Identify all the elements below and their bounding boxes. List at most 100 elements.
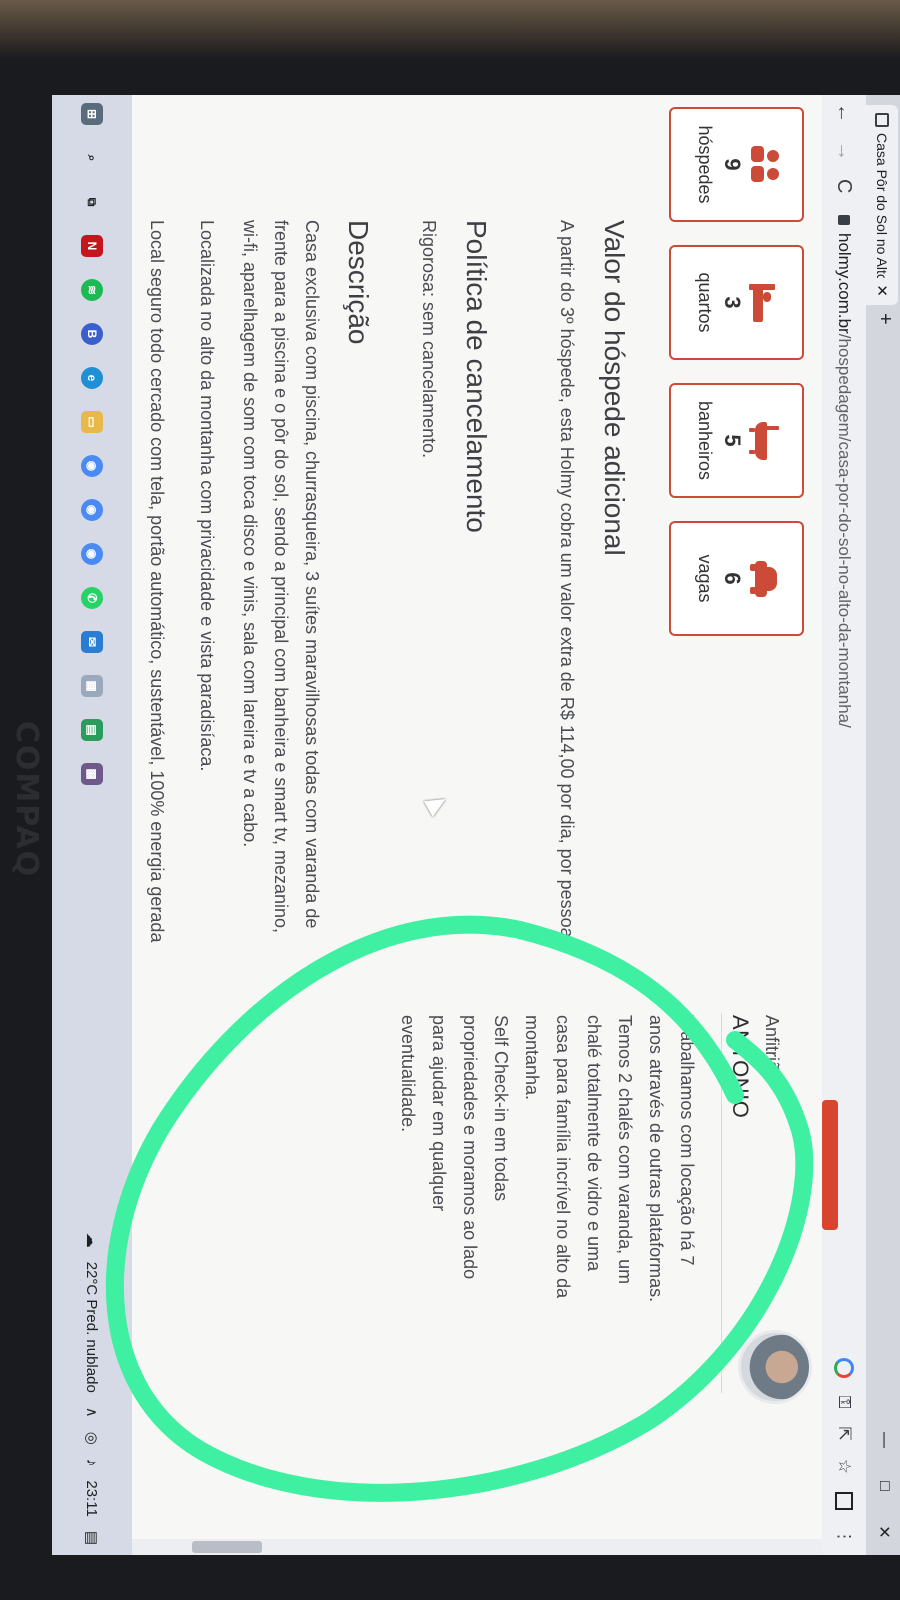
minimize-button[interactable]: — — [866, 1417, 900, 1463]
whatsapp-icon[interactable]: ✆ — [81, 587, 103, 609]
url-path: /hospedagem/casa-por-do-sol-no-alto-da-m… — [835, 333, 854, 728]
host-bio-line: montanha. — [522, 1015, 542, 1101]
forward-button[interactable]: → — [833, 141, 856, 161]
stat-guests: 9 hóspedes — [669, 107, 804, 222]
volume-icon[interactable]: ♪ — [84, 1459, 101, 1467]
spotify-icon[interactable]: ≋ — [81, 279, 103, 301]
property-stats: 9 hóspedes 3 quartos 5 banheiros 6 vagas — [669, 107, 804, 636]
mail-icon[interactable]: ✉ — [81, 631, 103, 653]
scrollbar-thumb[interactable] — [192, 1541, 262, 1553]
google-icon[interactable] — [834, 1357, 854, 1378]
browser-tab[interactable]: Casa Pôr do Sol no Alto da Mon ✕ — [866, 105, 898, 305]
weather-text[interactable]: 22°C Pred. nublado — [84, 1262, 101, 1393]
bedrooms-count: 3 — [720, 296, 745, 309]
extra-guest-title: Valor do hóspede adicional — [599, 220, 630, 556]
favicon-icon — [875, 113, 889, 127]
maximize-button[interactable]: □ — [866, 1463, 900, 1509]
host-divider — [721, 1013, 722, 1393]
parking-count: 6 — [720, 572, 745, 585]
bedrooms-label: quartos — [695, 272, 715, 333]
host-bio-line: anos através de outras plataformas. — [646, 1015, 666, 1303]
monitor-frame: COMPAQ Casa Pôr do Sol no Alto da Mon ✕ … — [0, 0, 900, 1600]
taskbar-apps: ⊞ ⌕ ⧉ N ≋ B e ▭ ◉ ◉ ◉ ✆ ✉ ▦ ▤ ▩ — [52, 103, 132, 785]
bathtub-icon — [749, 421, 779, 460]
tab-close-button[interactable]: ✕ — [873, 284, 891, 297]
chrome-icon[interactable]: ◉ — [81, 455, 103, 477]
host-bio-line: Self Check-in em todas — [491, 1015, 511, 1202]
navigation-buttons: ← → C — [822, 103, 866, 193]
reload-button[interactable]: C — [833, 179, 856, 193]
chrome-profile-icon[interactable]: ◉ — [81, 499, 103, 521]
start-icon[interactable]: ⊞ — [81, 103, 103, 125]
bathrooms-label: banheiros — [695, 400, 715, 481]
cancellation-text: Rigorosa: sem cancelamento. — [419, 220, 439, 459]
host-avatar — [738, 1330, 812, 1404]
description-paragraph-2: Localizada no alto da montanha com priva… — [197, 220, 217, 772]
chrome-alt-icon[interactable]: ◉ — [81, 543, 103, 565]
url-domain: holmy.com.br — [835, 233, 854, 334]
search-icon[interactable]: ⌕ — [81, 147, 103, 169]
monitor-brand-logo: COMPAQ — [9, 720, 45, 878]
host-bio-line: para ajudar em qualquer — [429, 1015, 449, 1212]
task-view-icon[interactable]: ⧉ — [81, 191, 103, 213]
scrollbar[interactable] — [132, 1539, 822, 1555]
notification-icon[interactable]: ▤ — [83, 1531, 101, 1545]
star-icon[interactable]: ☆ — [834, 1459, 854, 1474]
mouse-cursor-icon — [423, 791, 451, 817]
parking-label: vagas — [695, 554, 715, 603]
app-icon[interactable]: B — [81, 323, 103, 345]
tab-title: Casa Pôr do Sol no Alto da Mon — [874, 133, 890, 279]
car-icon — [749, 560, 779, 598]
description-paragraph-1: Casa exclusiva com piscina, churrasqueir… — [234, 220, 327, 1090]
extra-guest-text: A partir do 3º hóspede, esta Holmy cobra… — [557, 220, 577, 943]
bathrooms-count: 5 — [720, 434, 745, 447]
description-line-1: Casa exclusiva com piscina, churrasqueir… — [302, 220, 322, 929]
page-content: 9 hóspedes 3 quartos 5 banheiros 6 vagas… — [68, 95, 838, 1555]
screen: Casa Pôr do Sol no Alto da Mon ✕ + — □ ✕… — [52, 95, 900, 1555]
tray-expand-icon[interactable]: ∧ — [83, 1407, 101, 1418]
clock[interactable]: 23:11 — [84, 1480, 101, 1516]
book-button-edge[interactable] — [822, 1100, 838, 1230]
host-bio-line: casa para família incrível no alto da — [553, 1015, 573, 1299]
stat-bathrooms: 5 banheiros — [669, 383, 804, 498]
taskbar: ⊞ ⌕ ⧉ N ≋ B e ▭ ◉ ◉ ◉ ✆ ✉ ▦ ▤ ▩ ☁ 22°C P… — [52, 95, 132, 1555]
back-button[interactable]: ← — [833, 103, 856, 123]
weather-icon: ☁ — [83, 1232, 100, 1248]
extension-icon[interactable] — [835, 1492, 853, 1510]
netflix-icon[interactable]: N — [81, 235, 103, 257]
host-bio-line: propriedades e moramos ao lado — [460, 1015, 480, 1280]
file-explorer-icon[interactable]: ▭ — [81, 411, 103, 433]
edge-icon[interactable]: e — [81, 367, 103, 389]
share-icon[interactable]: ⇱ — [834, 1427, 854, 1441]
calendar-icon[interactable]: ▦ — [81, 675, 103, 697]
stat-bedrooms: 3 quartos — [669, 245, 804, 360]
guests-label: hóspedes — [695, 125, 715, 204]
cancellation-title: Política de cancelamento — [461, 220, 492, 533]
network-icon[interactable]: ◎ — [83, 1432, 101, 1445]
guests-count: 9 — [720, 158, 745, 171]
address-bar-icons: ⚿ ⇱ ☆ ⋮ — [822, 1357, 866, 1545]
description-paragraph-3: Local seguro todo cercado com tela, port… — [147, 220, 167, 943]
desk-background — [0, 0, 900, 60]
guests-icon — [749, 145, 779, 184]
url-text: holmy.com.br/hospedagem/casa-por-do-sol-… — [834, 233, 854, 728]
key-icon[interactable]: ⚿ — [834, 1396, 854, 1409]
stat-parking: 6 vagas — [669, 521, 804, 636]
description-title: Descrição — [343, 220, 374, 345]
tab-bar: Casa Pôr do Sol no Alto da Mon ✕ + — □ ✕ — [866, 95, 900, 1555]
bed-icon — [749, 283, 779, 322]
host-bio-line: Temos 2 chalés com varanda, um — [615, 1015, 635, 1285]
window-controls: — □ ✕ — [866, 1417, 900, 1555]
host-bio-line: Trabalhamos com locação há 7 — [677, 1015, 697, 1266]
menu-icon[interactable]: ⋮ — [834, 1528, 854, 1545]
sheets-icon[interactable]: ▤ — [81, 719, 103, 741]
host-bio-line: eventualidade. — [398, 1015, 418, 1133]
close-window-button[interactable]: ✕ — [866, 1509, 900, 1555]
lock-icon — [838, 215, 850, 225]
new-tab-button[interactable]: + — [873, 313, 896, 325]
host-bio-line: chalé totalmente de vidro e uma — [584, 1015, 604, 1272]
description-line-3: wi-fi, aparelhagem de som com toca disco… — [240, 220, 260, 848]
app-extra-icon[interactable]: ▩ — [81, 763, 103, 785]
address-bar: ← → C holmy.com.br/hospedagem/casa-por-d… — [821, 95, 866, 1555]
host-bio: Trabalhamos com locação há 7 anos atravé… — [392, 1015, 702, 1365]
